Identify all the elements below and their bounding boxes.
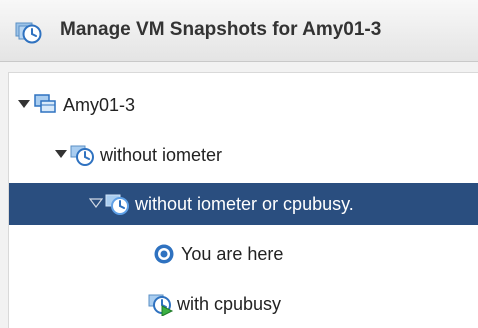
tree-node-label: without iometer or cpubusy. [135,194,354,214]
tree-node-snapshot[interactable]: without iometer [9,134,478,176]
snapshot-clock-icon [105,194,129,215]
snapshot-clock-icon [70,145,94,166]
collapse-arrow-icon[interactable] [54,147,68,161]
snapshot-tree: Amy01-3 without iometer without iometer … [8,72,478,328]
tree-node-label: without iometer [100,145,223,165]
virtual-machine-icon [34,94,56,113]
snapshot-clock-icon [15,22,42,44]
tree-node-label: You are here [181,244,284,264]
tree-node-vm[interactable]: Amy01-3 [9,84,478,126]
tree-node-label: Amy01-3 [63,95,136,115]
snapshot-running-icon [148,294,174,316]
tree-node-current-state[interactable]: You are here [9,233,478,275]
tree-node-label: with cpubusy [177,294,282,314]
current-state-target-icon [154,244,174,264]
collapse-arrow-icon[interactable] [89,196,103,210]
tree-node-snapshot-running[interactable]: with cpubusy [9,283,478,325]
dialog-title: Manage VM Snapshots for Amy01-3 [60,19,382,40]
collapse-arrow-icon[interactable] [17,97,31,111]
tree-node-snapshot-selected[interactable]: without iometer or cpubusy. [9,183,478,225]
dialog-title-bar: Manage VM Snapshots for Amy01-3 [0,0,478,62]
